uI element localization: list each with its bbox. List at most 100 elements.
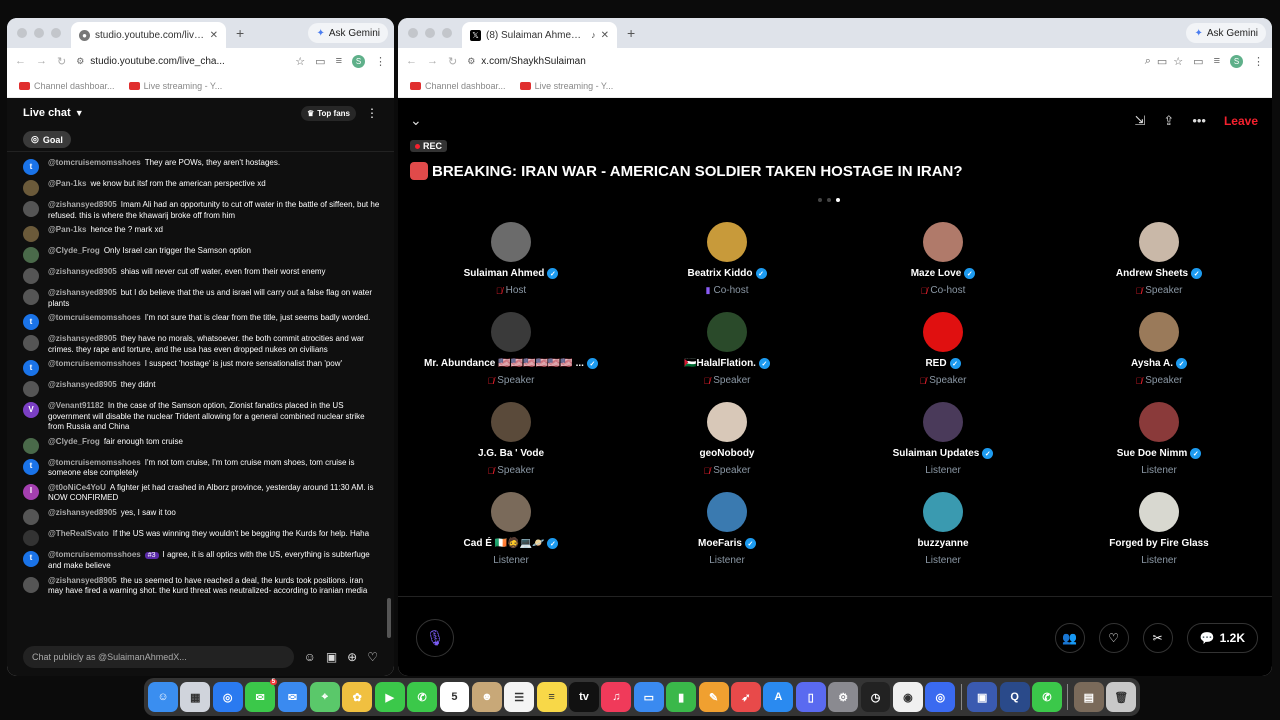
close-icon[interactable]: ✕ — [210, 30, 218, 41]
user-avatar[interactable] — [23, 226, 39, 242]
clock-icon[interactable]: ◷ — [860, 682, 891, 712]
participant-card[interactable]: Mr. Abundance 🇺🇸🇺🇸🇺🇸🇺🇸🇺🇸🇺🇸 ... ✓ 🎙̸ Speaker — [403, 312, 619, 402]
user-avatar[interactable] — [23, 508, 39, 525]
participant-card[interactable]: Forged by Fire Glass Listener — [1051, 492, 1267, 582]
message-author[interactable]: @Pan-1ks — [48, 225, 86, 234]
whatsapp-icon[interactable]: ✆ — [1032, 682, 1062, 712]
phone-icon[interactable]: ✆ — [407, 682, 438, 712]
clip-button[interactable]: ✂ — [1142, 623, 1173, 653]
user-avatar[interactable] — [23, 529, 39, 546]
participant-avatar[interactable] — [491, 222, 531, 262]
participant-avatar[interactable] — [707, 492, 747, 532]
chrome-icon[interactable]: ◉ — [892, 682, 923, 712]
message-author[interactable]: @Clyde_Frog — [48, 246, 100, 255]
user-avatar[interactable] — [23, 335, 39, 351]
user-avatar[interactable] — [23, 576, 39, 593]
media-icon[interactable]: ≡ — [336, 55, 342, 67]
ask-gemini-button[interactable]: ✦ Ask Gemini — [1186, 23, 1266, 43]
chat-message[interactable]: @zishansyed8905 they didnt — [23, 378, 380, 399]
user-avatar[interactable]: t — [23, 314, 39, 330]
facetime-icon[interactable]: ▶ — [374, 682, 405, 712]
forward-arrow-icon[interactable]: → — [427, 55, 438, 67]
downloads-icon[interactable]: ▤ — [1073, 682, 1104, 712]
close-window-button[interactable] — [17, 28, 27, 38]
preview-icon[interactable]: ▣ — [967, 682, 998, 712]
reload-icon[interactable]: ↻ — [57, 55, 66, 68]
user-avatar[interactable] — [23, 437, 39, 454]
numbers-icon[interactable]: ▮ — [666, 682, 697, 712]
tab-x-profile[interactable]: 𝕏 (8) Sulaiman Ahmed (@S... ♪ ✕ — [462, 22, 617, 48]
photos-icon[interactable]: ✿ — [342, 682, 373, 712]
star-icon[interactable]: ☆ — [1173, 55, 1183, 68]
chat-message-list[interactable]: t @tomcruisemomsshoes They are POWs, they … — [7, 156, 394, 636]
forward-arrow-icon[interactable]: → — [36, 55, 47, 67]
message-author[interactable]: @tomcruisemomsshoes — [48, 359, 141, 368]
chat-message[interactable]: t @tomcruisemomsshoes I suspect 'hostage' … — [23, 357, 380, 378]
safari-icon[interactable]: ◎ — [212, 682, 243, 712]
message-author[interactable]: @zishansyed8905 — [48, 200, 117, 209]
participant-card[interactable]: Aysha A. ✓ 🎙̸ Speaker — [1051, 312, 1267, 402]
site-info-icon[interactable]: ⚙ — [76, 56, 84, 67]
people-button[interactable]: 👥 — [1054, 623, 1085, 653]
participant-avatar[interactable] — [491, 312, 531, 352]
launchpad-icon[interactable]: ▦ — [180, 682, 211, 712]
participant-avatar[interactable] — [491, 402, 531, 442]
message-author[interactable]: @zishansyed8905 — [48, 576, 117, 585]
pages-icon[interactable]: ✎ — [698, 682, 729, 712]
new-tab-button[interactable]: + — [627, 25, 635, 41]
participant-avatar[interactable] — [923, 492, 963, 532]
money-icon[interactable]: ▣ — [326, 650, 337, 664]
address-bar[interactable]: ⚙ x.com/ShaykhSulaiman ⌕ ▭ ☆ — [467, 55, 1183, 68]
profile-avatar[interactable]: S — [1230, 54, 1243, 68]
goal-button[interactable]: ◎ Goal — [23, 131, 71, 148]
appstore-icon[interactable]: A — [763, 682, 794, 712]
quicktime-icon[interactable]: Q — [999, 682, 1030, 712]
chat-message[interactable]: @zishansyed8905 they have no morals, what… — [23, 332, 380, 357]
participant-avatar[interactable] — [707, 312, 747, 352]
maximize-window-button[interactable] — [442, 28, 452, 38]
settings-icon[interactable]: ⚙ — [828, 682, 859, 712]
participant-card[interactable]: Maze Love ✓ 🎙̸ Co-host — [835, 222, 1051, 312]
chat-message[interactable]: I @t0oNiCe4YoU A fighter jet had crashed i… — [23, 481, 380, 506]
page-dot-active[interactable] — [836, 198, 840, 202]
chat-message[interactable]: t @tomcruisemomsshoes #3 I agree, it is all… — [23, 548, 380, 574]
participant-avatar[interactable] — [923, 312, 963, 352]
chat-message[interactable]: V @Venant91182 In the case of the Samson o… — [23, 399, 380, 435]
chat-message[interactable]: @Pan-1ks hence the ? mark xd — [23, 223, 380, 244]
extension-icon[interactable]: ▭ — [1193, 55, 1203, 68]
participant-card[interactable]: Sulaiman Updates ✓ Listener — [835, 402, 1051, 492]
chat-message[interactable]: @zishansyed8905 the us seemed to have rea… — [23, 574, 380, 599]
reload-icon[interactable]: ↻ — [448, 55, 457, 68]
chat-message[interactable]: t @tomcruisemomsshoes I'm not sure that is… — [23, 311, 380, 332]
react-button[interactable]: ♡ — [1098, 623, 1129, 653]
message-author[interactable]: @Clyde_Frog — [48, 437, 100, 446]
page-dot[interactable] — [827, 198, 831, 202]
messages-icon[interactable]: ✉ 5 — [245, 679, 278, 712]
user-avatar[interactable] — [23, 268, 39, 284]
extension-icon[interactable]: ▭ — [315, 55, 325, 68]
tab-live-chat[interactable]: ● studio.youtube.com/live_chat ✕ — [71, 22, 226, 48]
participant-avatar[interactable] — [923, 222, 963, 262]
request-mic-button[interactable]: 🎙 — [416, 619, 454, 657]
page-dot[interactable] — [818, 198, 822, 202]
participant-card[interactable]: buzzyanne Listener — [835, 492, 1051, 582]
bookmark-live-streaming[interactable]: Live streaming - Y... — [519, 81, 613, 91]
participant-avatar[interactable] — [707, 402, 747, 442]
top-fans-button[interactable]: ♛ Top fans — [301, 105, 356, 121]
participant-card[interactable]: Beatrix Kiddo ✓ ▮ Co-host — [619, 222, 835, 312]
new-tab-button[interactable]: + — [236, 25, 244, 41]
participant-card[interactable]: Sulaiman Ahmed ✓ 🎙̸ Host — [403, 222, 619, 312]
chat-message[interactable]: @TheRealSvato If the US was winning they … — [23, 527, 380, 548]
ask-gemini-button[interactable]: ✦ Ask Gemini — [308, 23, 388, 43]
collapse-chevron-icon[interactable]: ⌄ — [410, 112, 422, 129]
safari-tech-icon[interactable]: ◎ — [925, 682, 956, 712]
trash-icon[interactable]: 🗑 — [1106, 682, 1137, 712]
keynote-icon[interactable]: ▭ — [633, 682, 664, 712]
message-author[interactable]: @TheRealSvato — [48, 529, 109, 538]
user-avatar[interactable]: t — [23, 159, 39, 175]
user-avatar[interactable] — [23, 381, 39, 397]
finder-icon[interactable]: ☺ — [148, 682, 178, 712]
chat-message[interactable]: t @tomcruisemomsshoes I'm not tom cruise, … — [23, 456, 380, 481]
profile-avatar[interactable]: S — [352, 54, 365, 68]
user-avatar[interactable]: I — [23, 483, 39, 500]
